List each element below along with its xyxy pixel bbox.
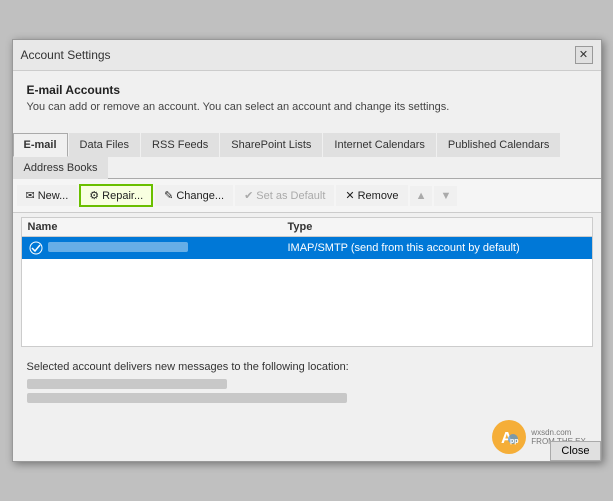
repair-button[interactable]: ⚙ Repair... (79, 184, 153, 207)
account-settings-window: Account Settings ✕ E-mail Accounts You c… (12, 39, 602, 462)
section-description: You can add or remove an account. You ca… (27, 100, 587, 115)
account-name-blurred (48, 242, 188, 252)
watermark-area: A pp wxsdn.com FROM THE EX... Close (13, 415, 601, 461)
header-section: E-mail Accounts You can add or remove an… (13, 71, 601, 133)
tab-published-calendars[interactable]: Published Calendars (437, 133, 561, 157)
remove-button[interactable]: ✕ Remove (336, 185, 407, 206)
bottom-section: Selected account delivers new messages t… (13, 351, 601, 415)
table-header: Name Type (22, 218, 592, 237)
accounts-table: Name Type IMAP/SMTP (send from this acco… (21, 217, 593, 347)
watermark-site: wxsdn.com (531, 428, 592, 438)
change-button[interactable]: ✎ Change... (155, 185, 233, 206)
title-bar: Account Settings ✕ (13, 40, 601, 71)
location-line-1 (27, 379, 227, 389)
change-icon: ✎ (164, 189, 173, 202)
svg-text:pp: pp (510, 438, 519, 445)
location-line-2 (27, 393, 347, 403)
section-title: E-mail Accounts (27, 83, 587, 97)
toolbar: ✉ New... ⚙ Repair... ✎ Change... ✔ Set a… (13, 179, 601, 213)
set-default-button[interactable]: ✔ Set as Default (235, 185, 334, 206)
account-type: IMAP/SMTP (send from this account by def… (288, 242, 586, 254)
new-icon: ✉ (26, 189, 35, 202)
account-name (48, 242, 288, 255)
col-header-type: Type (288, 221, 586, 233)
table-container: Name Type IMAP/SMTP (send from this acco… (13, 213, 601, 351)
appuals-icon: A pp (491, 419, 527, 455)
window-close-button[interactable]: ✕ (575, 46, 593, 64)
move-down-button[interactable]: ▼ (434, 186, 457, 206)
tab-internet-calendars[interactable]: Internet Calendars (323, 133, 436, 157)
check-icon: ✔ (244, 189, 253, 202)
remove-icon: ✕ (345, 189, 354, 202)
close-bottom-button[interactable]: Close (550, 441, 600, 461)
table-row[interactable]: IMAP/SMTP (send from this account by def… (22, 237, 592, 259)
tab-sharepoint[interactable]: SharePoint Lists (220, 133, 322, 157)
tab-address-books[interactable]: Address Books (13, 156, 109, 179)
move-up-button[interactable]: ▲ (410, 186, 433, 206)
tab-rss-feeds[interactable]: RSS Feeds (141, 133, 219, 157)
tab-data-files[interactable]: Data Files (69, 133, 141, 157)
account-check-icon (28, 240, 44, 256)
delivers-label: Selected account delivers new messages t… (27, 361, 587, 373)
new-button[interactable]: ✉ New... (17, 185, 78, 206)
tabs-container: E-mail Data Files RSS Feeds SharePoint L… (13, 133, 601, 179)
repair-icon: ⚙ (89, 189, 99, 202)
col-header-name: Name (28, 221, 288, 233)
tab-email[interactable]: E-mail (13, 133, 68, 157)
window-title: Account Settings (21, 48, 111, 62)
